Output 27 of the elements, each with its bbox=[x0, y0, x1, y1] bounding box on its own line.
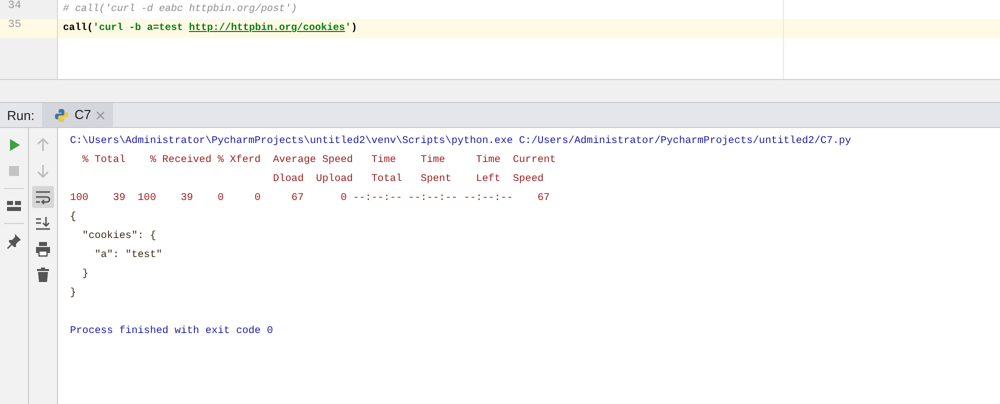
console-output: } bbox=[81, 268, 88, 280]
console-output: Dload Upload Total Spent Left Speed bbox=[272, 173, 544, 185]
console-output: "a": "test" bbox=[94, 249, 162, 261]
pin-icon bbox=[6, 233, 22, 249]
soft-wrap-icon bbox=[35, 189, 51, 205]
panel-label: Run: bbox=[6, 107, 36, 125]
command-line: C:\Users\Administrator\PycharmProjects\untitled2\venv\Scripts\python.exe C:/Users/Administrator/PycharmProjects/untitled2/C7.py bbox=[70, 135, 852, 147]
run-tab[interactable]: C7 bbox=[42, 103, 114, 127]
scroll-to-end-icon bbox=[35, 215, 51, 231]
console-output: Process finished with exit code 0 bbox=[70, 325, 273, 337]
code-line: # call('curl -d eabc httpbin.org/post') bbox=[62, 2, 298, 17]
stop-icon bbox=[6, 163, 22, 179]
line-number: 34 bbox=[8, 0, 22, 12]
soft-wrap-button[interactable] bbox=[32, 186, 54, 208]
code-line: call('curl -b a=test http://httpbin.org/cookies') bbox=[62, 22, 358, 36]
console-output: } bbox=[70, 287, 76, 299]
layout-icon bbox=[6, 198, 22, 214]
console-output: % Total % Received % Xferd Average Speed Time Time Time Current bbox=[81, 154, 556, 166]
console-output: 100 39 100 39 0 0 67 0 --:--:-- --:--:-- --:--:-- 67 bbox=[70, 192, 550, 204]
print-icon bbox=[35, 241, 51, 257]
up-arrow-icon bbox=[35, 137, 51, 153]
console-output: { bbox=[70, 211, 76, 223]
line-number: 35 bbox=[8, 19, 22, 31]
down-arrow-icon bbox=[35, 163, 51, 179]
python-icon bbox=[54, 108, 70, 122]
trash-icon bbox=[35, 267, 51, 283]
console-output: "cookies": { bbox=[81, 230, 156, 242]
